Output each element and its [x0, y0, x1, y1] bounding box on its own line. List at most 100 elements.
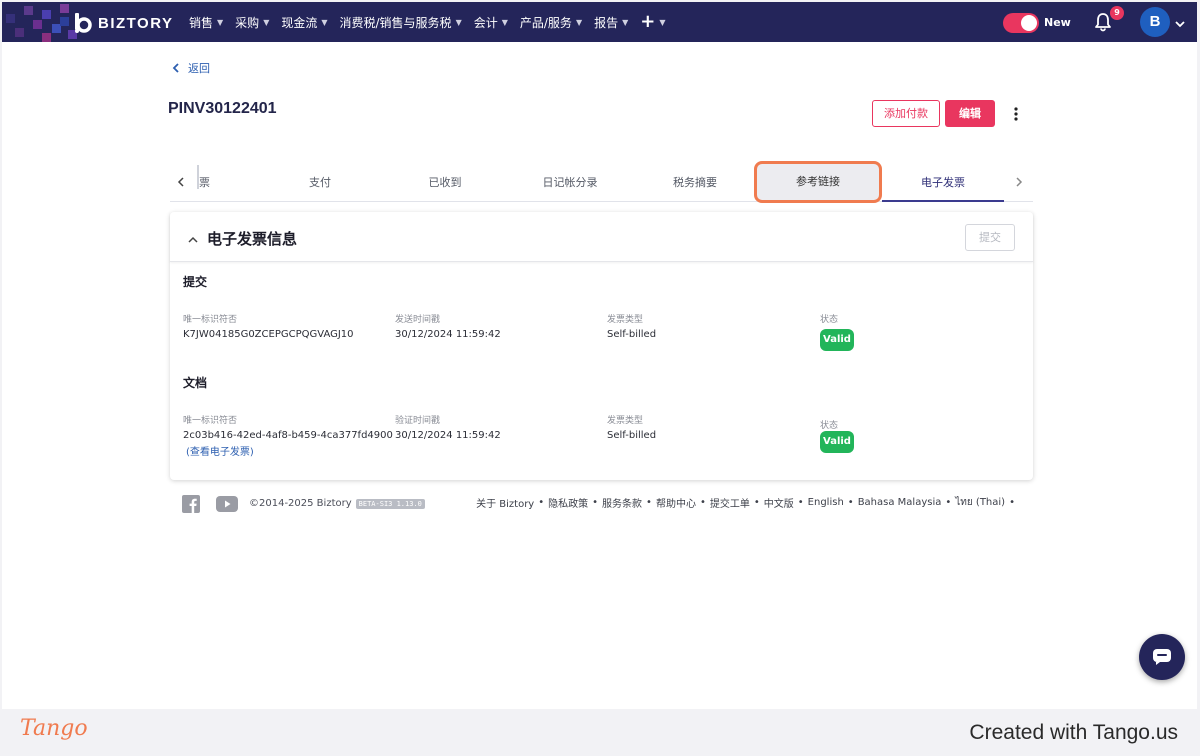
- footer-link-terms[interactable]: 服务条款: [602, 495, 642, 510]
- footer-link-english[interactable]: English: [808, 497, 844, 508]
- footer-link-ticket[interactable]: 提交工单: [710, 495, 750, 510]
- panel-header[interactable]: 电子发票信息 提交: [170, 212, 1033, 262]
- menu-label: 产品/服务: [519, 15, 572, 30]
- tab-invoice[interactable]: 票: [199, 170, 219, 196]
- facebook-icon[interactable]: [182, 495, 200, 513]
- chevron-down-icon: ▼: [622, 17, 629, 27]
- chevron-right-icon[interactable]: [1012, 174, 1026, 188]
- menu-label: 销售: [189, 15, 214, 30]
- document-time-value: 30/12/2024 11:59:42: [395, 430, 501, 441]
- menu-label: 消费税/销售与服务税: [339, 15, 452, 30]
- tango-credit: Created with Tango.us: [969, 721, 1178, 744]
- document-section-title: 文档: [183, 376, 208, 390]
- submission-uid-label: 唯一标识符否: [183, 315, 238, 325]
- menu-products[interactable]: 产品/服务 ▼: [520, 14, 582, 31]
- menu-accounting[interactable]: 会计 ▼: [474, 14, 508, 31]
- footer-separator: •: [592, 497, 599, 508]
- edit-button[interactable]: 编辑: [945, 100, 995, 127]
- footer-link-malay[interactable]: Bahasa Malaysia: [858, 497, 942, 508]
- document-type-value: Self-billed: [607, 430, 657, 441]
- youtube-icon[interactable]: [216, 496, 238, 512]
- e-invoice-panel: 电子发票信息 提交 提交 唯一标识符否 K7JW04185G0ZCEPGCPQG…: [170, 212, 1033, 480]
- chat-icon: [1153, 649, 1171, 665]
- submission-type-value: Self-billed: [607, 329, 657, 340]
- chevron-left-icon: [170, 62, 182, 74]
- tab-journal-entries[interactable]: 日记帐分录: [525, 170, 615, 196]
- top-nav: BIZTORY 销售 ▼ 采购 ▼ 现金流 ▼ 消费税/销售与服务税 ▼ 会计 ▼ 产品/…: [2, 2, 1197, 42]
- tab-e-invoice[interactable]: 电子发票: [882, 170, 1004, 202]
- menu-label: 会计: [473, 15, 498, 30]
- status-badge: Valid: [820, 431, 854, 453]
- brand-name: BIZTORY: [98, 14, 174, 32]
- menu-purchases[interactable]: 采购 ▼: [235, 14, 269, 31]
- biztory-logo-icon: [72, 12, 94, 34]
- chevron-down-icon: ▼: [659, 17, 666, 27]
- tab-payment[interactable]: 支付: [280, 170, 360, 196]
- document-type-label: 发票类型: [607, 416, 644, 426]
- footer-separator: •: [538, 497, 545, 508]
- footer-separator: •: [945, 497, 952, 508]
- copyright: ©2014-2025 Biztory BETA-SI3 1.13.0: [249, 498, 425, 509]
- avatar[interactable]: B: [1140, 7, 1170, 37]
- submission-section-title: 提交: [183, 275, 208, 289]
- tab-bar: 票 支付 已收到 日记帐分录 税务摘要 参考链接 电子发票: [170, 161, 1033, 203]
- menu-sales[interactable]: 销售 ▼: [189, 14, 223, 31]
- chat-button[interactable]: [1139, 634, 1185, 680]
- footer-separator: •: [646, 497, 652, 508]
- quick-add-menu[interactable]: + ▼: [640, 13, 665, 31]
- app-screen: BIZTORY 销售 ▼ 采购 ▼ 现金流 ▼ 消费税/销售与服务税 ▼ 会计 ▼ 产品/…: [2, 2, 1197, 709]
- chevron-down-icon[interactable]: [1174, 15, 1186, 28]
- submit-button[interactable]: 提交: [965, 224, 1015, 251]
- menu-label: 采购: [235, 15, 260, 30]
- submission-time-label: 发送时间戳: [395, 315, 441, 325]
- add-payment-button[interactable]: 添加付款: [872, 100, 940, 127]
- menu-reports[interactable]: 报告 ▼: [594, 14, 628, 31]
- page-title: PINV30122401: [168, 100, 277, 117]
- panel-title: 电子发票信息: [207, 230, 298, 248]
- toggle-label: New: [1044, 16, 1071, 29]
- new-ui-toggle[interactable]: [1003, 13, 1039, 33]
- back-link[interactable]: 返回: [170, 60, 210, 76]
- footer-links: 关于 Biztory • 隐私政策 • 服务条款 • 帮助中心 • 提交工单 • 中文版 •…: [476, 495, 1019, 510]
- tab-reference-links[interactable]: 参考链接: [754, 161, 882, 203]
- footer-separator: •: [753, 497, 760, 508]
- toggle-knob: [1021, 15, 1037, 31]
- footer-separator: •: [699, 497, 706, 508]
- document-status-label: 状态: [820, 421, 839, 431]
- tango-logo: Tango: [20, 716, 88, 741]
- menu-label: 现金流: [281, 15, 318, 30]
- chevron-down-icon: ▼: [575, 17, 583, 27]
- footer-link-about[interactable]: 关于 Biztory: [476, 495, 534, 510]
- document-time-label: 验证时间戳: [395, 416, 441, 426]
- status-badge: Valid: [820, 329, 854, 351]
- chevron-down-icon: ▼: [263, 17, 270, 27]
- copyright-text: ©2014-2025 Biztory: [249, 498, 352, 509]
- more-options-icon[interactable]: [1010, 106, 1022, 122]
- menu-cashflow[interactable]: 现金流 ▼: [281, 14, 327, 31]
- chevron-up-icon[interactable]: [187, 230, 199, 243]
- footer-link-privacy[interactable]: 隐私政策: [548, 495, 588, 510]
- view-e-invoice-link[interactable]: (查看电子发票): [186, 443, 254, 458]
- tab-tax-summary[interactable]: 税务摘要: [650, 170, 740, 196]
- document-uid-value: 2c03b416-42ed-4af8-b459-4ca377fd4900: [183, 430, 393, 441]
- main-menu: 销售 ▼ 采购 ▼ 现金流 ▼ 消费税/销售与服务税 ▼ 会计 ▼ 产品/服务 ▼ 报告 ▼ …: [189, 2, 678, 42]
- back-label: 返回: [188, 62, 210, 75]
- menu-label: 报告: [594, 15, 619, 30]
- footer-separator: •: [797, 497, 804, 508]
- submission-type-label: 发票类型: [607, 315, 644, 325]
- tab-received[interactable]: 已收到: [405, 170, 485, 196]
- menu-sst[interactable]: 消费税/销售与服务税 ▼: [340, 14, 462, 31]
- footer-separator: •: [1009, 497, 1015, 508]
- version-badge: BETA-SI3 1.13.0: [355, 498, 425, 509]
- document-uid-label: 唯一标识符否: [183, 416, 238, 426]
- footer-separator: •: [847, 497, 854, 508]
- footer-link-thai[interactable]: ไทย (Thai): [955, 495, 1005, 510]
- footer-link-help[interactable]: 帮助中心: [656, 495, 696, 510]
- biztory-logo[interactable]: BIZTORY: [72, 12, 174, 34]
- chevron-down-icon: ▼: [501, 17, 508, 27]
- footer-link-chinese[interactable]: 中文版: [764, 495, 794, 510]
- submission-status-label: 状态: [820, 315, 839, 325]
- chevron-down-icon: ▼: [321, 17, 328, 27]
- submission-time-value: 30/12/2024 11:59:42: [395, 329, 501, 340]
- chevron-left-icon[interactable]: [174, 174, 188, 188]
